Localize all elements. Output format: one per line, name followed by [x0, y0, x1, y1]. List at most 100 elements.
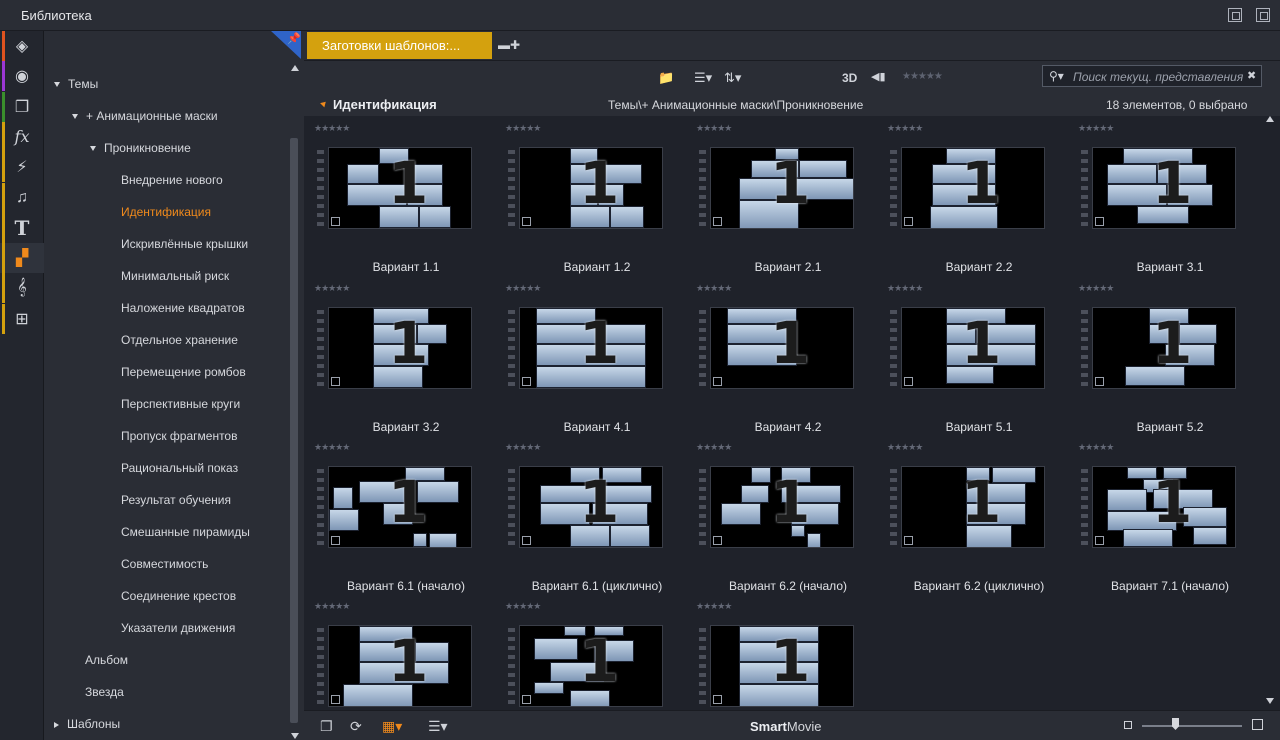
tree-item[interactable]: Рациональный показ: [121, 461, 238, 475]
expand-arrow-icon[interactable]: [72, 114, 78, 120]
item-rating[interactable]: ★★★★★: [505, 283, 541, 294]
tree-item[interactable]: Наложение квадратов: [121, 301, 245, 315]
tree-scroll-up-icon[interactable]: [291, 65, 299, 71]
thumbnail-card[interactable]: ★★★★★ 1 Вариант 5.1: [881, 283, 1061, 443]
item-rating[interactable]: ★★★★★: [1078, 283, 1114, 294]
zoom-slider[interactable]: [1142, 725, 1242, 727]
restore-window-icon[interactable]: [1256, 8, 1270, 22]
collapse-arrow-icon[interactable]: [54, 721, 59, 728]
expand-corner-icon[interactable]: [522, 695, 531, 704]
film-reel-icon[interactable]: ◉: [0, 61, 44, 92]
item-rating[interactable]: ★★★★★: [314, 442, 350, 453]
item-rating[interactable]: ★★★★★: [505, 601, 541, 612]
expand-corner-icon[interactable]: [1095, 536, 1104, 545]
thumbnail-card[interactable]: ★★★★★ 1: [690, 601, 870, 710]
grid-scroll-down-icon[interactable]: [1266, 698, 1274, 704]
zoom-small-icon[interactable]: [1124, 721, 1132, 729]
thumbnail-card[interactable]: ★★★★★ 1 Вариант 1.1: [308, 123, 488, 283]
tree-item[interactable]: Альбом: [85, 653, 128, 667]
copy-icon[interactable]: ❐: [320, 718, 333, 735]
tree-item[interactable]: Внедрение нового: [121, 173, 223, 187]
expand-corner-icon[interactable]: [713, 377, 722, 386]
sync-icon[interactable]: ⟳: [350, 718, 362, 735]
music-note-icon[interactable]: ♫: [0, 182, 44, 213]
tree-item[interactable]: Темы: [54, 77, 98, 91]
thumbnail-card[interactable]: ★★★★★ 1 Вариант 6.2 (циклично): [881, 442, 1061, 602]
expand-corner-icon[interactable]: [522, 536, 531, 545]
zoom-slider-knob[interactable]: [1172, 718, 1179, 730]
smartmovie-button[interactable]: SmartMovie: [750, 719, 822, 734]
thumbnail-card[interactable]: ★★★★★ 1 Вариант 2.1: [690, 123, 870, 283]
item-rating[interactable]: ★★★★★: [887, 442, 923, 453]
tree-item[interactable]: Проникновение: [90, 141, 191, 155]
tree-item[interactable]: Совместимость: [121, 557, 208, 571]
item-rating[interactable]: ★★★★★: [314, 601, 350, 612]
item-rating[interactable]: ★★★★★: [314, 123, 350, 134]
expand-corner-icon[interactable]: [522, 217, 531, 226]
tree-item[interactable]: Шаблоны: [54, 717, 120, 731]
zoom-large-icon[interactable]: [1252, 719, 1263, 730]
item-rating[interactable]: ★★★★★: [887, 283, 923, 294]
expand-arrow-icon[interactable]: [90, 146, 96, 152]
thumbnail-card[interactable]: ★★★★★ 1 Вариант 2.2: [881, 123, 1061, 283]
grid-scroll-up-icon[interactable]: [1266, 116, 1274, 122]
tree-item[interactable]: Минимальный риск: [121, 269, 229, 283]
tree-item[interactable]: + Анимационные маски: [72, 109, 218, 123]
expand-corner-icon[interactable]: [331, 377, 340, 386]
item-rating[interactable]: ★★★★★: [696, 123, 732, 134]
expand-corner-icon[interactable]: [522, 377, 531, 386]
thumbnail-card[interactable]: ★★★★★ 1 Вариант 6.2 (начало): [690, 442, 870, 602]
expand-corner-icon[interactable]: [904, 536, 913, 545]
tree-item[interactable]: Соединение крестов: [121, 589, 236, 603]
item-rating[interactable]: ★★★★★: [1078, 442, 1114, 453]
photos-icon[interactable]: ❐: [0, 91, 44, 122]
tree-item[interactable]: Пропуск фрагментов: [121, 429, 237, 443]
thumbnail-card[interactable]: ★★★★★ 1 Вариант 4.1: [499, 283, 679, 443]
thumbnail-card[interactable]: ★★★★★ 1 Вариант 3.2: [308, 283, 488, 443]
item-rating[interactable]: ★★★★★: [696, 283, 732, 294]
expand-corner-icon[interactable]: [713, 695, 722, 704]
expand-corner-icon[interactable]: [1095, 377, 1104, 386]
thumbnail-card[interactable]: ★★★★★ 1: [308, 601, 488, 710]
thumbnail-card[interactable]: ★★★★★ 1 Вариант 1.2: [499, 123, 679, 283]
tree-item[interactable]: Идентификация: [121, 205, 211, 219]
expand-arrow-icon[interactable]: [54, 82, 60, 88]
transition-bolt-icon[interactable]: ⚡: [0, 152, 44, 183]
tree-item[interactable]: Звезда: [85, 685, 124, 699]
thumbnail-card[interactable]: ★★★★★ 1: [499, 601, 679, 710]
tree-item[interactable]: Смешанные пирамиды: [121, 525, 250, 539]
grid-scrollbar[interactable]: [1264, 116, 1274, 716]
tree-scroll-down-icon[interactable]: [291, 733, 299, 739]
tree-item[interactable]: Перемещение ромбов: [121, 365, 246, 379]
expand-corner-icon[interactable]: [713, 536, 722, 545]
project-bin-icon[interactable]: ◈: [0, 31, 44, 61]
grid-view-icon[interactable]: ▦▾: [382, 718, 402, 735]
thumbnail-card[interactable]: ★★★★★ 1 Вариант 7.1 (начало): [1072, 442, 1252, 602]
effects-fx-icon[interactable]: fx: [0, 121, 44, 152]
expand-corner-icon[interactable]: [1095, 217, 1104, 226]
item-rating[interactable]: ★★★★★: [887, 123, 923, 134]
item-rating[interactable]: ★★★★★: [505, 123, 541, 134]
tree-item[interactable]: Результат обучения: [121, 493, 231, 507]
tree-scroll-thumb[interactable]: [290, 138, 298, 723]
piano-icon[interactable]: ⊞: [0, 303, 44, 334]
title-t-icon[interactable]: T: [0, 212, 44, 243]
thumbnail-card[interactable]: ★★★★★ 1 Вариант 4.2: [690, 283, 870, 443]
undock-icon[interactable]: [1228, 8, 1242, 22]
item-rating[interactable]: ★★★★★: [696, 442, 732, 453]
tree-item[interactable]: Указатели движения: [121, 621, 235, 635]
expand-corner-icon[interactable]: [713, 217, 722, 226]
thumbnail-card[interactable]: ★★★★★ 1 Вариант 3.1: [1072, 123, 1252, 283]
treble-clef-icon[interactable]: 𝄞: [0, 273, 44, 304]
tree-scrollbar[interactable]: [290, 36, 300, 740]
item-rating[interactable]: ★★★★★: [505, 442, 541, 453]
tree-item[interactable]: Искривлённые крышки: [121, 237, 248, 251]
tree-item[interactable]: Перспективные круги: [121, 397, 240, 411]
expand-corner-icon[interactable]: [331, 695, 340, 704]
thumbnail-card[interactable]: ★★★★★ 1 Вариант 6.1 (циклично): [499, 442, 679, 602]
expand-corner-icon[interactable]: [904, 377, 913, 386]
expand-corner-icon[interactable]: [331, 536, 340, 545]
item-rating[interactable]: ★★★★★: [696, 601, 732, 612]
expand-corner-icon[interactable]: [331, 217, 340, 226]
item-rating[interactable]: ★★★★★: [314, 283, 350, 294]
